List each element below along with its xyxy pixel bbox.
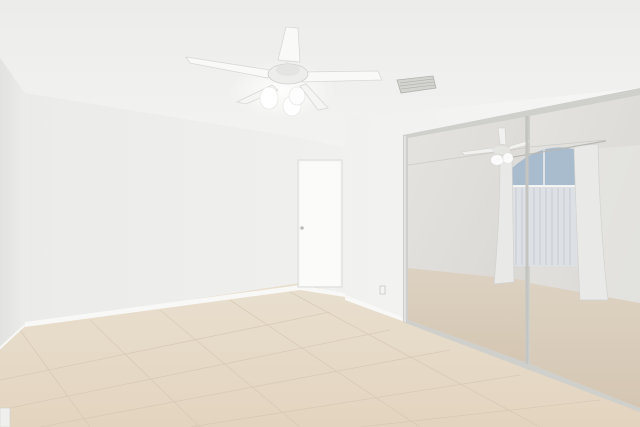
fan-light [288,86,306,106]
fan-blade [299,70,383,83]
door-stop [0,407,11,427]
interior-door [297,159,343,288]
fan-light [259,86,279,110]
door-knob [300,226,304,230]
bedroom-photo [0,0,640,427]
power-outlet [379,285,386,295]
bedroom-scene [0,0,640,427]
left-wall [0,58,25,350]
reflected-window [512,147,577,266]
